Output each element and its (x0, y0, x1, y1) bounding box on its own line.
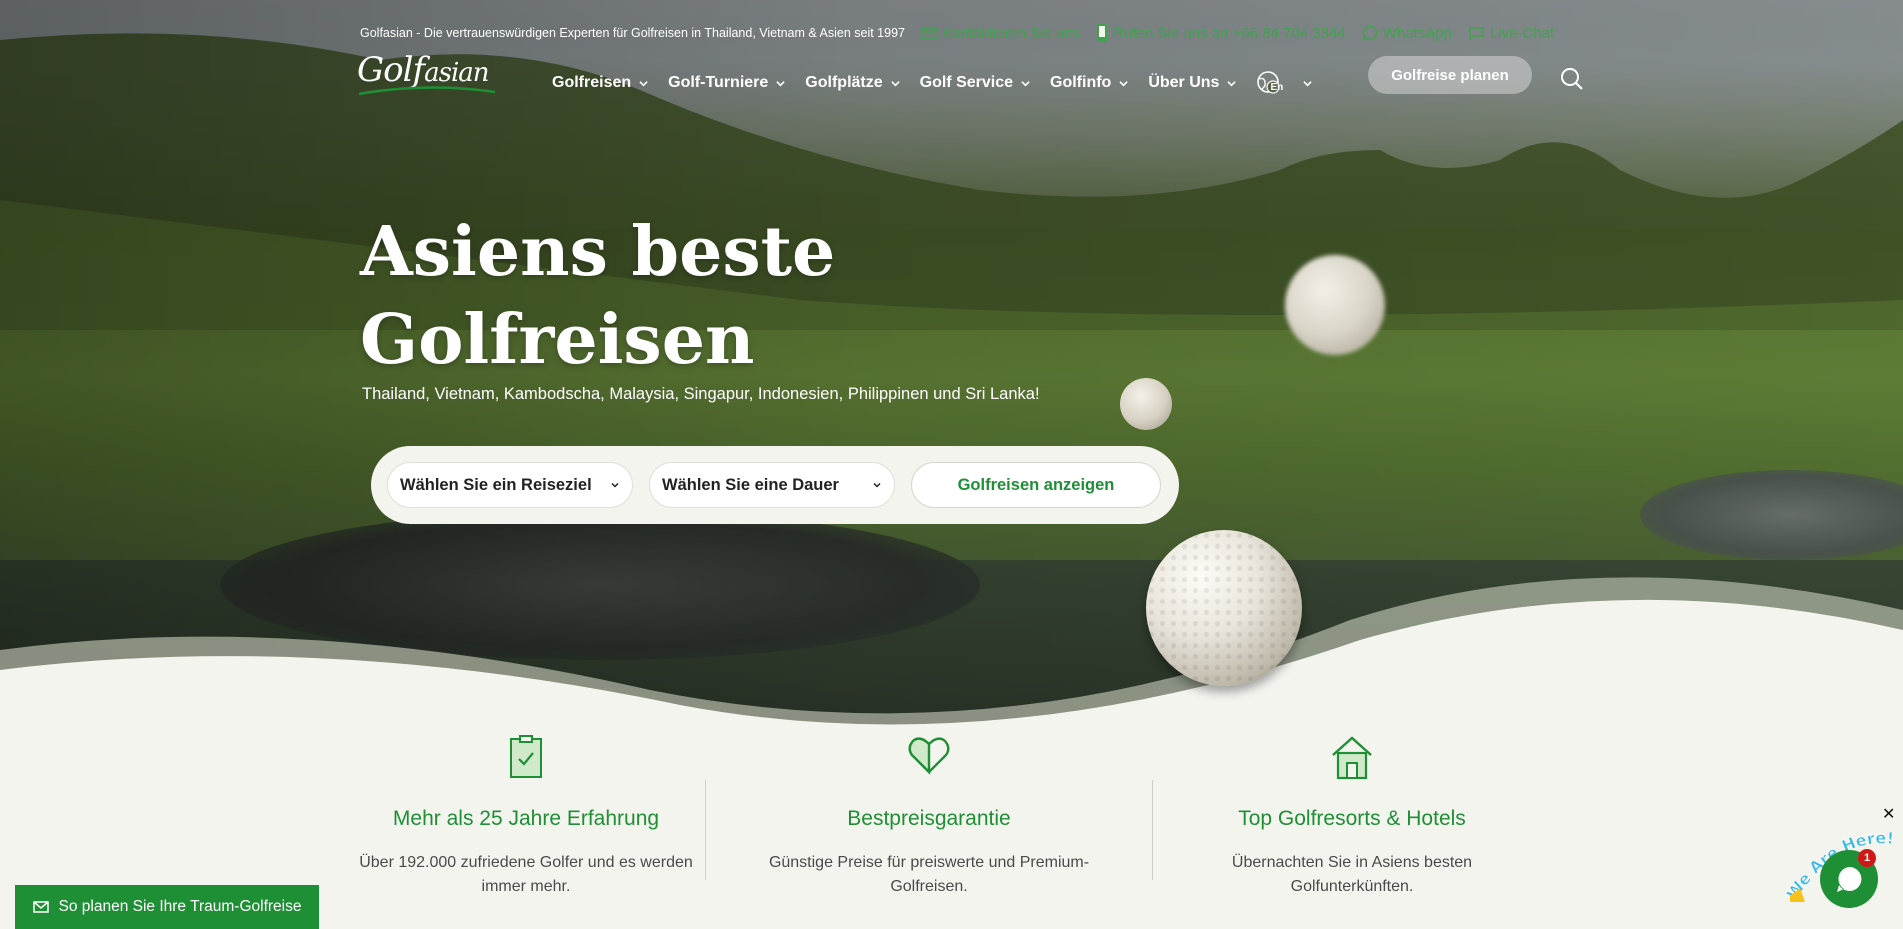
golf-ball-large (1146, 530, 1302, 686)
tagline: Golfasian - Die vertrauenswürdigen Exper… (360, 26, 905, 40)
golfasian-logo[interactable]: Golfasian (357, 50, 497, 96)
chat-close-button[interactable]: ✕ (1882, 804, 1895, 824)
feature-description: Günstige Preise für preiswerte und Premi… (768, 854, 1090, 895)
phone-icon (1097, 24, 1108, 42)
hero-wave (0, 577, 1903, 725)
plan-golf-trip-button[interactable]: Golfreise planen (1368, 56, 1532, 94)
chevron-down-icon (1021, 80, 1030, 86)
mail-icon (32, 901, 49, 913)
feature-title: Bestpreisgarantie (847, 807, 1011, 830)
call-label: Rufen Sie uns an +66 84 704 3344 (1113, 24, 1346, 42)
chevron-down-icon (611, 482, 619, 488)
heart-icon (908, 737, 950, 775)
feature-top-resorts: Top Golfresorts & Hotels Übernachten Sie… (1177, 735, 1527, 899)
duration-select[interactable]: Wählen Sie eine Dauer (649, 462, 895, 508)
mail-icon (921, 27, 937, 39)
whatsapp-label: WhatsApp (1382, 24, 1452, 42)
feature-title: Mehr als 25 Jahre Erfahrung (392, 807, 660, 830)
nav-item-golfreisen[interactable]: Golfreisen (552, 74, 648, 92)
feature-experience: Mehr als 25 Jahre Erfahrung Über 192.000… (351, 735, 701, 899)
nav-item-golfinfo[interactable]: Golfinfo (1050, 74, 1129, 92)
nav-item-golf-service[interactable]: Golf Service (920, 74, 1030, 92)
nav-label: Golfplätze (805, 74, 883, 91)
hero-title-line-2: Golfreisen (360, 300, 755, 380)
nav-label: Golf Service (919, 74, 1014, 91)
nav-label: Golfinfo (1050, 74, 1112, 91)
hero-title-line-1: Asiens beste (360, 212, 836, 292)
chat-icon (1469, 26, 1484, 40)
chat-unread-badge: 1 (1858, 849, 1876, 867)
plan-dream-trip-label: So planen Sie Ihre Traum-Golfreise (58, 898, 302, 915)
chevron-down-icon (639, 80, 648, 86)
destination-value: Wählen Sie ein Reiseziel (400, 475, 592, 494)
contact-label: Kontaktieren Sie uns (941, 24, 1081, 42)
chevron-down-icon (1119, 80, 1129, 86)
feature-description: Übernachten Sie in Asiens besten Golfunt… (1231, 854, 1473, 895)
language-switcher[interactable]: En (1256, 70, 1312, 96)
main-nav: Golfreisen Golf-Turniere Golfplätze Golf… (552, 70, 1332, 96)
call-link[interactable]: Rufen Sie uns an +66 84 704 3344 (1096, 23, 1346, 43)
hero-title: Asiens beste Golfreisen (360, 208, 1060, 384)
nav-item-golf-turniere[interactable]: Golf-Turniere (668, 74, 785, 92)
chat-bubble-icon (1837, 866, 1862, 892)
nav-label: Über Uns (1148, 74, 1220, 91)
livechat-link[interactable]: Live-Chat (1468, 25, 1554, 42)
feature-divider (705, 780, 706, 880)
language-code: En (1270, 81, 1284, 93)
nav-label: Golfreisen (552, 74, 632, 91)
chevron-down-icon (776, 80, 785, 86)
feature-description: Über 192.000 zufriedene Golfer und es we… (359, 854, 693, 895)
clipboard-check-icon (510, 735, 542, 778)
chevron-down-icon (1227, 80, 1237, 86)
trip-search-panel: Wählen Sie ein Reiseziel Wählen Sie eine… (371, 446, 1179, 524)
search-icon[interactable] (1560, 67, 1584, 91)
nav-label: Golf-Turniere (668, 74, 769, 91)
whatsapp-icon (1362, 25, 1377, 41)
livechat-label: Live-Chat (1489, 24, 1555, 42)
duration-value: Wählen Sie eine Dauer (662, 475, 839, 494)
nav-item-golfplaetze[interactable]: Golfplätze (805, 74, 900, 92)
contact-link[interactable]: Kontaktieren Sie uns (921, 25, 1080, 42)
golf-ball-blurred (1285, 255, 1385, 355)
plan-dream-trip-button[interactable]: So planen Sie Ihre Traum-Golfreise (15, 885, 319, 929)
chevron-down-icon (890, 80, 900, 86)
feature-best-price: Bestpreisgarantie Günstige Preise für pr… (754, 735, 1104, 899)
feature-divider (1152, 780, 1153, 880)
chevron-down-icon (873, 482, 881, 488)
top-bar: Golfasian - Die vertrauenswürdigen Exper… (360, 24, 1554, 42)
show-golf-trips-button[interactable]: Golfreisen anzeigen (911, 462, 1161, 508)
destination-select[interactable]: Wählen Sie ein Reiseziel (387, 462, 633, 508)
golf-ball-small (1120, 378, 1172, 430)
hero-subtitle: Thailand, Vietnam, Kambodscha, Malaysia,… (362, 385, 1040, 403)
feature-title: Top Golfresorts & Hotels (1238, 807, 1466, 830)
logo-swoosh (358, 86, 496, 96)
nav-item-ueber-uns[interactable]: Über Uns (1148, 74, 1237, 92)
whatsapp-link[interactable]: WhatsApp (1362, 25, 1452, 42)
chevron-down-icon (1303, 80, 1312, 86)
house-icon (1332, 736, 1372, 780)
